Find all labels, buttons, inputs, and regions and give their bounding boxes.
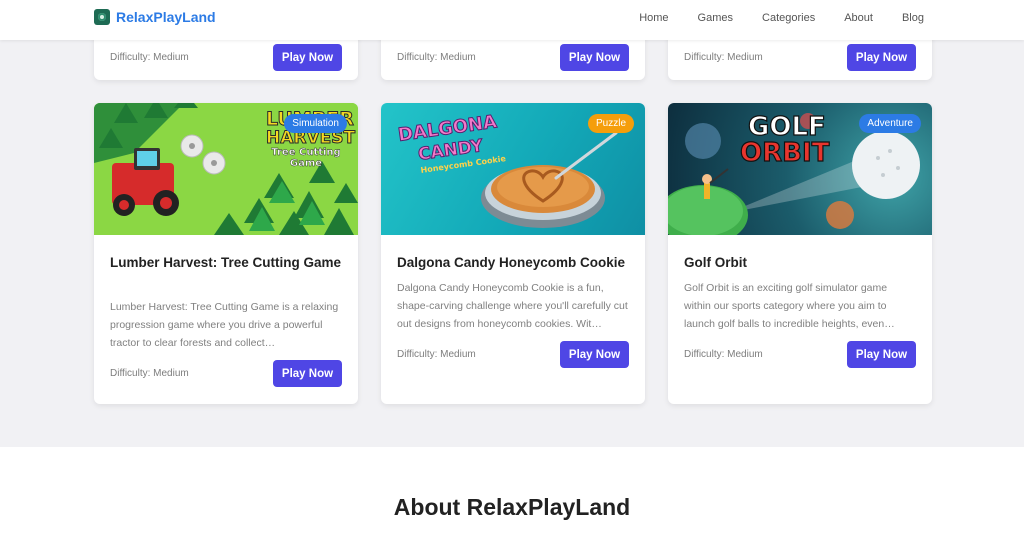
- game-description: Golf Orbit is an exciting golf simulator…: [684, 282, 895, 330]
- thumb-title-line-2: ORBIT: [740, 138, 830, 168]
- thumb-subtitle-line-2: Game: [290, 158, 322, 169]
- site-logo[interactable]: RelaxPlayLand: [94, 9, 216, 25]
- game-thumbnail[interactable]: GOLF ORBIT Adventure: [668, 103, 932, 235]
- difficulty-label: Difficulty: Medium: [684, 52, 763, 63]
- play-now-button[interactable]: Play Now: [560, 44, 629, 71]
- site-name: RelaxPlayLand: [116, 9, 216, 25]
- game-thumbnail[interactable]: DALGONA CANDY Honeycomb Cookie Puzzle: [381, 103, 645, 235]
- logo-icon: [94, 9, 110, 25]
- category-badge: Simulation: [284, 114, 347, 133]
- category-badge: Puzzle: [587, 114, 634, 133]
- play-now-button[interactable]: Play Now: [273, 44, 342, 71]
- nav-blog[interactable]: Blog: [902, 12, 924, 24]
- game-card-dalgona-candy[interactable]: DALGONA CANDY Honeycomb Cookie Puzzle Da…: [381, 103, 645, 404]
- game-description: Dalgona Candy Honeycomb Cookie is a fun,…: [397, 282, 628, 330]
- game-card-golf-orbit[interactable]: GOLF ORBIT Adventure Golf Orbit Golf Orb…: [668, 103, 932, 404]
- category-badge: Adventure: [859, 114, 921, 133]
- nav-about[interactable]: About: [844, 12, 873, 24]
- games-section: Difficulty: Medium Play Now Difficulty: …: [0, 20, 1024, 447]
- game-thumbnail[interactable]: LUMBER HARVEST Tree Cutting Game Simulat…: [94, 103, 358, 235]
- play-now-button[interactable]: Play Now: [560, 341, 629, 368]
- game-title[interactable]: Dalgona Candy Honeycomb Cookie: [397, 253, 629, 272]
- difficulty-label: Difficulty: Medium: [110, 368, 189, 379]
- about-heading: About RelaxPlayLand: [393, 494, 631, 520]
- play-now-button[interactable]: Play Now: [273, 360, 342, 387]
- difficulty-label: Difficulty: Medium: [397, 349, 476, 360]
- game-title[interactable]: Golf Orbit: [684, 253, 916, 272]
- game-description: Lumber Harvest: Tree Cutting Game is a r…: [110, 301, 339, 349]
- difficulty-label: Difficulty: Medium: [110, 52, 189, 63]
- difficulty-label: Difficulty: Medium: [684, 349, 763, 360]
- nav-games[interactable]: Games: [698, 12, 733, 24]
- game-title[interactable]: Lumber Harvest: Tree Cutting Game: [110, 253, 342, 272]
- thumb-subtitle-line-1: Tree Cutting: [271, 147, 340, 158]
- play-now-button[interactable]: Play Now: [847, 44, 916, 71]
- site-header: RelaxPlayLand Home Games Categories Abou…: [0, 0, 1024, 40]
- main-nav: Home Games Categories About Blog: [639, 12, 924, 24]
- game-card-lumber-harvest[interactable]: LUMBER HARVEST Tree Cutting Game Simulat…: [94, 103, 358, 404]
- nav-categories[interactable]: Categories: [762, 12, 815, 24]
- about-section: About RelaxPlayLand: [0, 447, 1024, 540]
- nav-home[interactable]: Home: [639, 12, 668, 24]
- play-now-button[interactable]: Play Now: [847, 341, 916, 368]
- difficulty-label: Difficulty: Medium: [397, 52, 476, 63]
